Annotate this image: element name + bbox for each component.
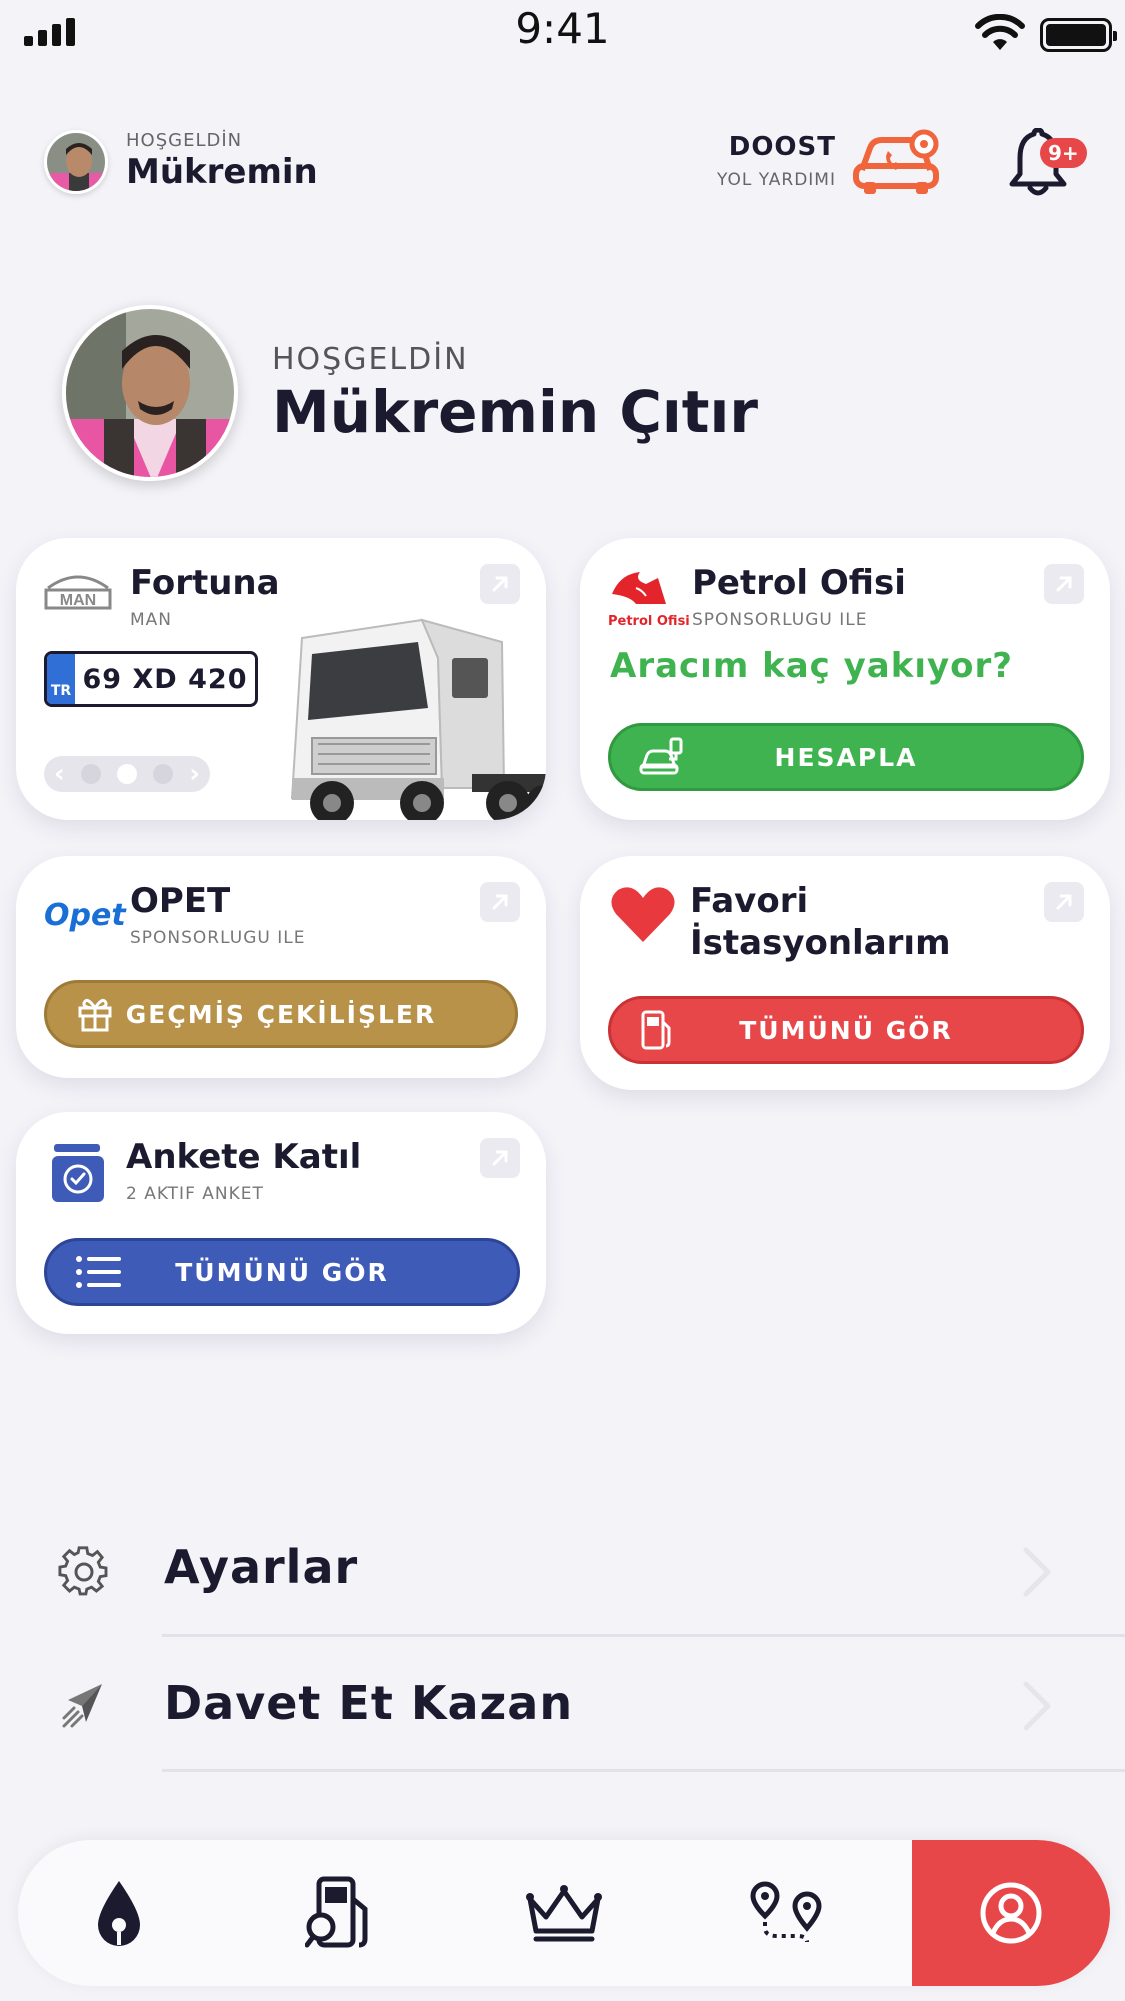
open-arrow-icon[interactable] (480, 1138, 520, 1178)
header-greeting: HOŞGELDİN (126, 130, 243, 151)
vehicle-pager[interactable]: ‹ › (44, 756, 210, 792)
petrol-ofisi-subtitle: SPONSORLUGU ILE (692, 610, 868, 630)
car-fuel-icon (639, 737, 685, 777)
menu-divider (162, 1634, 1125, 1637)
pager-next-icon[interactable]: › (189, 761, 200, 787)
header-user-name: Mükremin (126, 152, 318, 192)
past-draws-button-label: GEÇMİŞ ÇEKİLİŞLER (125, 999, 437, 1029)
paper-plane-icon (58, 1680, 110, 1736)
fuel-consumption-question: Aracım kaç yakıyor? (610, 646, 1014, 686)
menu-divider (162, 1769, 1125, 1772)
crown-icon[interactable] (489, 1840, 639, 1986)
list-icon (75, 1254, 123, 1290)
opet-title: OPET (130, 881, 231, 921)
calculate-button[interactable]: HESAPLA (608, 723, 1084, 791)
favorites-see-all-label: TÜMÜNÜ GÖR (739, 1015, 953, 1045)
gift-icon (75, 994, 115, 1034)
fuel-drop-icon[interactable] (44, 1840, 194, 1986)
bottom-tab-bar (18, 1840, 1110, 1986)
survey-subtitle: 2 AKTIF ANKET (126, 1184, 264, 1204)
menu-item-settings[interactable]: Ayarlar (164, 1540, 358, 1594)
doost-title[interactable]: DOOST (700, 132, 836, 162)
truck-image (272, 598, 546, 820)
pager-dot[interactable] (153, 764, 174, 784)
pager-prev-icon[interactable]: ‹ (54, 761, 65, 787)
favorite-stations-title-line2: İstasyonlarım (690, 923, 951, 963)
pager-dot-active[interactable] (117, 764, 137, 784)
survey-title: Ankete Katıl (126, 1137, 362, 1177)
avatar-small[interactable] (44, 130, 108, 194)
profile-full-name: Mükremin Çıtır (272, 378, 758, 446)
survey-clipboard-icon (48, 1142, 108, 1208)
open-arrow-icon[interactable] (480, 882, 520, 922)
survey-see-all-label: TÜMÜNÜ GÖR (175, 1257, 389, 1287)
favorite-stations-title-line1: Favori (690, 881, 809, 921)
notification-badge: 9+ (1040, 138, 1087, 168)
open-arrow-icon[interactable] (1044, 564, 1084, 604)
doost-subtitle[interactable]: YOL YARDIMI (650, 170, 836, 190)
open-arrow-icon[interactable] (1044, 882, 1084, 922)
petrol-ofisi-title: Petrol Ofisi (692, 563, 906, 603)
survey-see-all-button[interactable]: TÜMÜNÜ GÖR (44, 1238, 520, 1306)
chevron-right-icon[interactable] (1018, 1680, 1054, 1736)
status-time: 9:41 (515, 4, 610, 53)
opet-logo: Opet (44, 898, 126, 933)
favorites-see-all-button[interactable]: TÜMÜNÜ GÖR (608, 996, 1084, 1064)
profile-greeting: HOŞGELDİN (272, 342, 469, 377)
calculate-button-label: HESAPLA (774, 742, 918, 772)
chevron-right-icon[interactable] (1018, 1546, 1054, 1602)
fuel-pump-search-icon[interactable] (266, 1840, 416, 1986)
opet-subtitle: SPONSORLUGU ILE (130, 928, 306, 948)
license-plate: TR 69 XD 420 (44, 651, 258, 707)
menu-item-invite[interactable]: Davet Et Kazan (164, 1676, 573, 1730)
gear-icon (58, 1546, 110, 1602)
battery-icon (1040, 18, 1117, 52)
man-logo-icon: MAN (42, 570, 114, 616)
vehicle-brand: MAN (130, 610, 173, 630)
pager-dot[interactable] (80, 764, 101, 784)
plate-country: TR (47, 654, 75, 704)
past-draws-button[interactable]: GEÇMİŞ ÇEKİLİŞLER (44, 980, 518, 1048)
tab-profile[interactable] (912, 1840, 1110, 1986)
user-circle-icon (980, 1882, 1042, 1944)
petrol-ofisi-logo-text: Petrol Ofisi (608, 614, 690, 629)
vehicle-name: Fortuna (130, 563, 280, 603)
plate-number: 69 XD 420 (82, 663, 248, 695)
heart-icon (610, 884, 676, 948)
svg-text:MAN: MAN (60, 592, 96, 609)
roadside-assistance-car-icon[interactable] (852, 126, 942, 200)
wifi-icon (975, 13, 1025, 56)
avatar-large[interactable] (62, 305, 238, 481)
fuel-pump-icon (639, 1008, 675, 1052)
route-pins-icon[interactable] (712, 1840, 862, 1986)
